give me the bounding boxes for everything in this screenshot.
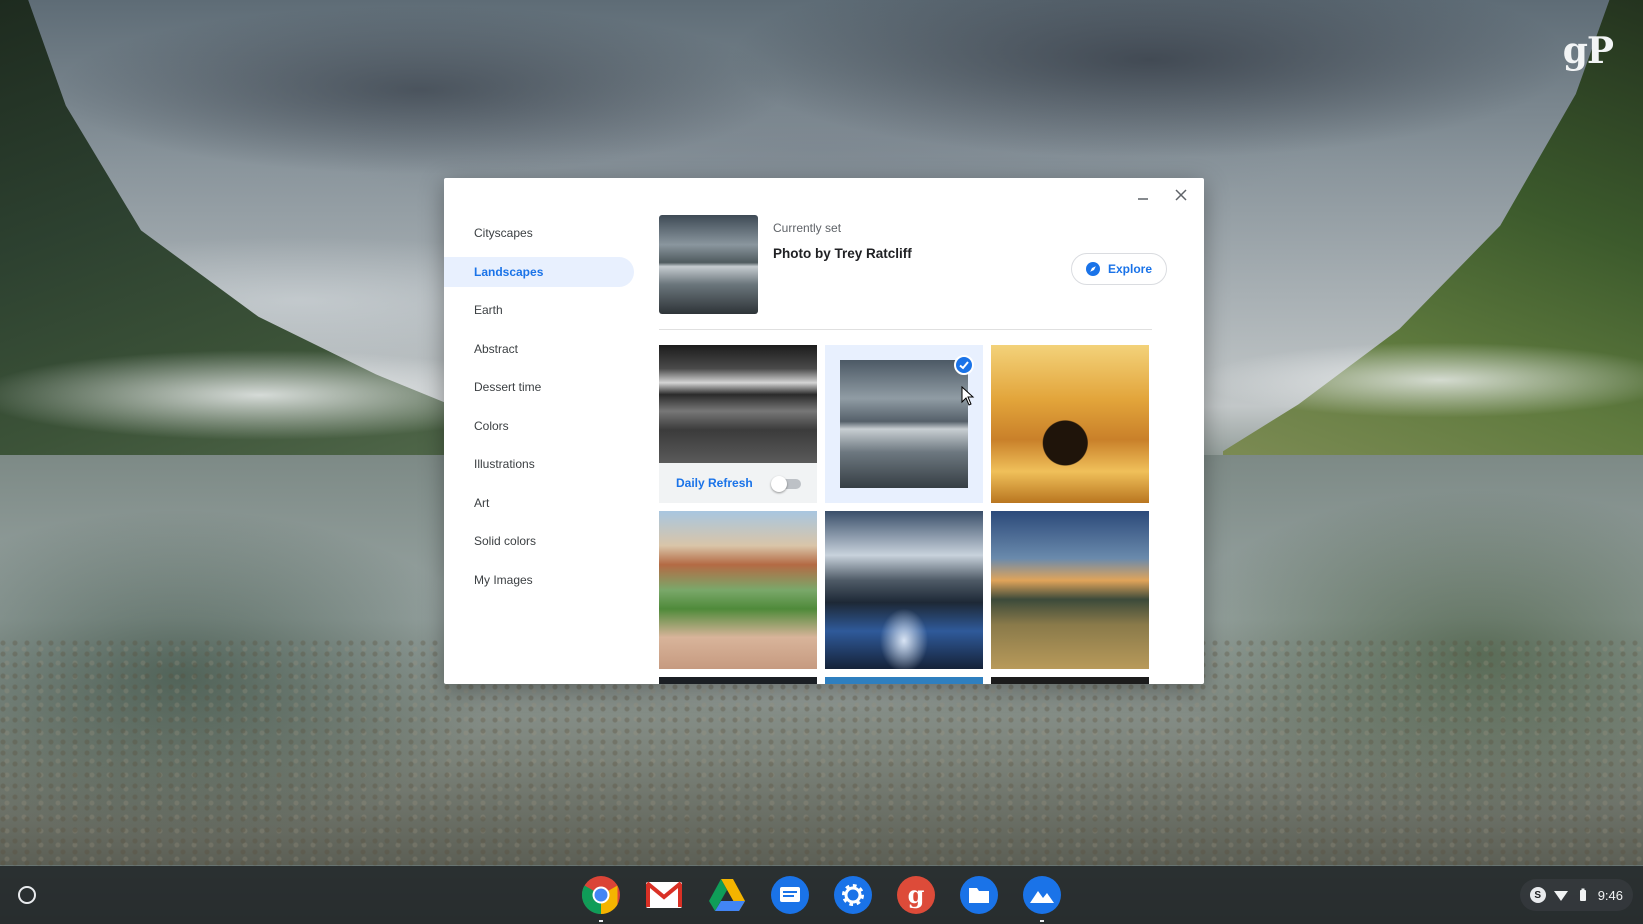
drive-app[interactable] xyxy=(706,874,748,916)
sidebar-item-cityscapes[interactable]: Cityscapes xyxy=(444,218,634,248)
google-plus-app[interactable]: g xyxy=(895,874,937,916)
chrome-app[interactable] xyxy=(580,874,622,922)
wallpaper-icon xyxy=(1023,876,1061,914)
wallpaper-app[interactable] xyxy=(1021,874,1063,922)
launcher-button[interactable] xyxy=(18,886,36,904)
mouse-pointer-icon xyxy=(961,386,975,406)
status-tray[interactable]: S 9:46 xyxy=(1519,879,1633,911)
wallpaper-tile-selected[interactable] xyxy=(825,345,983,503)
sidebar-item-dessert-time[interactable]: Dessert time xyxy=(444,372,634,402)
svg-text:g: g xyxy=(908,880,925,909)
files-app[interactable] xyxy=(958,874,1000,916)
sidebar-item-solid-colors[interactable]: Solid colors xyxy=(444,526,634,556)
sidebar-item-illustrations[interactable]: Illustrations xyxy=(444,449,634,479)
messages-app[interactable] xyxy=(769,874,811,916)
wallpaper-tile[interactable] xyxy=(659,511,817,669)
explore-button[interactable]: Explore xyxy=(1071,253,1167,285)
window-controls xyxy=(1134,186,1190,204)
wallpaper-thumbnail xyxy=(840,360,968,488)
wifi-icon xyxy=(1553,891,1568,901)
wallpaper-tile[interactable] xyxy=(991,677,1149,684)
current-wallpaper-panel: Currently set Photo by Trey Ratcliff Exp… xyxy=(659,215,1167,321)
settings-app[interactable] xyxy=(832,874,874,916)
selected-check-icon xyxy=(954,355,974,375)
checkmark-icon xyxy=(959,361,969,370)
sidebar-item-earth[interactable]: Earth xyxy=(444,295,634,325)
toggle-knob xyxy=(771,476,787,492)
divider xyxy=(659,329,1152,330)
s-badge: S xyxy=(1529,887,1546,903)
wallpaper-tile[interactable] xyxy=(991,345,1149,503)
watermark-logo: gP xyxy=(1562,30,1614,72)
currently-set-label: Currently set xyxy=(773,221,842,235)
google-plus-icon: g xyxy=(897,876,935,914)
minimize-button[interactable] xyxy=(1134,186,1152,204)
daily-refresh-toggle[interactable] xyxy=(771,476,803,492)
files-icon xyxy=(960,876,998,914)
chrome-icon xyxy=(581,876,620,915)
battery-icon xyxy=(1579,888,1586,901)
wallpaper-tile[interactable] xyxy=(825,511,983,669)
wallpaper-thumbnail xyxy=(659,345,817,463)
sidebar-item-art[interactable]: Art xyxy=(444,488,634,518)
daily-refresh-label: Daily Refresh xyxy=(676,476,753,490)
sidebar-item-colors[interactable]: Colors xyxy=(444,411,634,441)
compass-icon xyxy=(1085,262,1100,276)
wallpaper-tile[interactable] xyxy=(825,677,983,684)
category-sidebar: Cityscapes Landscapes Earth Abstract Des… xyxy=(444,218,634,603)
sidebar-item-abstract[interactable]: Abstract xyxy=(444,334,634,364)
clock-time: 9:46 xyxy=(1597,887,1623,903)
messages-icon xyxy=(771,876,809,914)
wallpaper-tile[interactable] xyxy=(991,511,1149,669)
close-button[interactable] xyxy=(1172,186,1190,204)
gmail-icon xyxy=(645,881,683,908)
shelf: g S 9:46 xyxy=(0,866,1643,924)
daily-refresh-tile[interactable]: Daily Refresh xyxy=(659,345,817,503)
explore-label: Explore xyxy=(1107,262,1152,276)
settings-icon xyxy=(834,876,872,914)
minimize-icon xyxy=(1138,198,1148,200)
gmail-app[interactable] xyxy=(643,874,685,916)
photo-credit: Photo by Trey Ratcliff xyxy=(773,246,912,261)
sidebar-item-landscapes[interactable]: Landscapes xyxy=(444,256,634,287)
current-wallpaper-thumbnail xyxy=(659,215,758,314)
wallpaper-tile[interactable] xyxy=(659,677,817,684)
drive-icon xyxy=(709,879,745,911)
close-icon xyxy=(1175,189,1187,201)
shelf-apps: g xyxy=(580,874,1063,922)
sidebar-item-my-images[interactable]: My Images xyxy=(444,565,634,595)
wallpaper-picker-window: Cityscapes Landscapes Earth Abstract Des… xyxy=(444,178,1204,684)
